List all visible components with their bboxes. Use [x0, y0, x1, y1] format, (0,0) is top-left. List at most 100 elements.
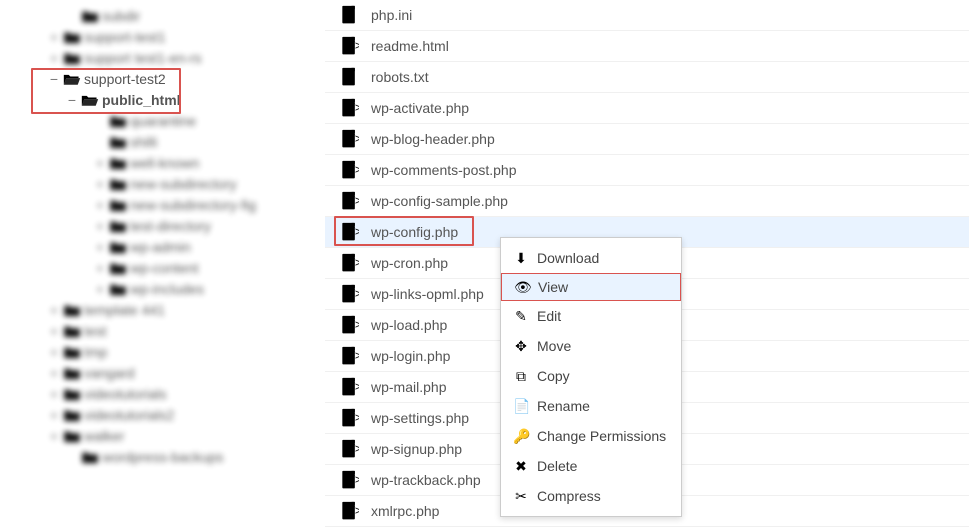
tree-item-label: tmp [84, 344, 107, 360]
tree-item-label: support test1-en-rs [84, 50, 202, 66]
file-name: wp-links-opml.php [371, 286, 484, 302]
context-menu-item[interactable]: 🔑Change Permissions [501, 421, 681, 451]
folder-closed-icon [63, 345, 81, 359]
file-name: wp-cron.php [371, 255, 448, 271]
tree-toggle[interactable]: − [48, 71, 60, 87]
folder-closed-icon [63, 387, 81, 401]
file-row[interactable]: wp-config-sample.php [325, 186, 969, 217]
tree-toggle[interactable]: + [94, 197, 106, 213]
copy-icon: ⧉ [513, 368, 529, 385]
tree-item[interactable]: +test-directory [30, 215, 325, 236]
file-name: wp-login.php [371, 348, 450, 364]
tree-item-label: shilli [130, 134, 157, 150]
file-code-icon [339, 98, 359, 118]
tree-toggle[interactable]: + [94, 260, 106, 276]
tree-toggle[interactable]: + [48, 344, 60, 360]
tree-item[interactable]: + template 441 [30, 299, 325, 320]
tree-toggle[interactable]: + [48, 29, 60, 45]
tree-toggle[interactable]: + [48, 365, 60, 381]
folder-closed-icon [109, 114, 127, 128]
file-text-icon [339, 5, 359, 25]
tree-item-label: support-test1 [84, 29, 166, 45]
folder-open-icon [63, 72, 81, 86]
tree-toggle[interactable]: + [48, 386, 60, 402]
context-menu-item[interactable]: 👁View [501, 273, 681, 301]
context-menu-label: Change Permissions [537, 428, 666, 444]
file-row[interactable]: wp-comments-post.php [325, 155, 969, 186]
tree-toggle[interactable]: + [94, 281, 106, 297]
context-menu-item[interactable]: ✥Move [501, 331, 681, 361]
tree-item-label: wp-includes [130, 281, 204, 297]
tree-toggle[interactable]: + [48, 323, 60, 339]
tree-item[interactable]: + well-known [30, 152, 325, 173]
tree-item[interactable]: shilli [30, 131, 325, 152]
delete-icon: ✖ [513, 458, 529, 475]
tree-item[interactable]: subdir [30, 5, 325, 26]
context-menu-label: Move [537, 338, 571, 354]
file-row[interactable]: wp-blog-header.php [325, 124, 969, 155]
tree-item[interactable]: −public_html [30, 89, 325, 110]
tree-toggle[interactable]: + [94, 176, 106, 192]
folder-open-icon [81, 93, 99, 107]
file-row[interactable]: robots.txt [325, 62, 969, 93]
tree-item[interactable]: +walker [30, 425, 325, 446]
tree-item[interactable]: +vangard [30, 362, 325, 383]
tree-item[interactable]: +new-subdirectory-fig [30, 194, 325, 215]
tree-item[interactable]: −support-test2 [30, 68, 325, 89]
context-menu-item[interactable]: ⬇Download [501, 243, 681, 273]
tree-toggle[interactable]: + [48, 302, 60, 318]
tree-item[interactable]: +wp-admin [30, 236, 325, 257]
context-menu-item[interactable]: ✖Delete [501, 451, 681, 481]
file-code-icon [339, 439, 359, 459]
file-code-icon [339, 501, 359, 521]
tree-toggle[interactable]: + [48, 428, 60, 444]
tree-toggle[interactable]: + [94, 218, 106, 234]
folder-closed-icon [109, 240, 127, 254]
folder-closed-icon [109, 282, 127, 296]
context-menu-item[interactable]: 📄Rename [501, 391, 681, 421]
tree-toggle[interactable]: + [48, 50, 60, 66]
context-menu-item[interactable]: ✎Edit [501, 301, 681, 331]
tree-item-label: subdir [102, 8, 140, 24]
file-row[interactable]: readme.html [325, 31, 969, 62]
file-code-icon [339, 253, 359, 273]
context-menu-label: Compress [537, 488, 601, 504]
folder-closed-icon [81, 450, 99, 464]
context-menu-item[interactable]: ⧉ Copy [501, 361, 681, 391]
tree-item[interactable]: + new-subdirectory [30, 173, 325, 194]
tree-toggle[interactable]: − [66, 92, 78, 108]
file-name: wp-load.php [371, 317, 447, 333]
tree-toggle[interactable]: + [94, 239, 106, 255]
file-row[interactable]: wp-activate.php [325, 93, 969, 124]
folder-closed-icon [109, 156, 127, 170]
tree-item[interactable]: +wp-content [30, 257, 325, 278]
tree-item[interactable]: + wp-includes [30, 278, 325, 299]
tree-toggle[interactable]: + [48, 407, 60, 423]
folder-closed-icon [63, 51, 81, 65]
tree-toggle[interactable]: + [94, 155, 106, 171]
tree-item[interactable]: + support-test1 [30, 26, 325, 47]
tree-item[interactable]: quarantine [30, 110, 325, 131]
file-name: robots.txt [371, 69, 429, 85]
file-name: wp-mail.php [371, 379, 446, 395]
file-name: wp-comments-post.php [371, 162, 517, 178]
tree-item-label: well-known [130, 155, 199, 171]
tree-item[interactable]: +videotutorials2 [30, 404, 325, 425]
tree-item[interactable]: +test [30, 320, 325, 341]
file-name: php.ini [371, 7, 412, 23]
tree-item[interactable]: +videotutorials [30, 383, 325, 404]
context-menu-label: Copy [537, 368, 570, 384]
view-icon: 👁 [514, 279, 530, 296]
tree-item[interactable]: + tmp [30, 341, 325, 362]
folder-closed-icon [63, 324, 81, 338]
tree-item[interactable]: wordpress-backups [30, 446, 325, 467]
context-menu-item[interactable]: ✂Compress [501, 481, 681, 511]
tree-item-label: new-subdirectory [130, 176, 237, 192]
context-menu-label: Rename [537, 398, 590, 414]
context-menu: ⬇Download👁View✎Edit✥Move ⧉ Copy 📄Rename🔑Cha… [500, 237, 682, 517]
file-name: wp-trackback.php [371, 472, 481, 488]
file-code-icon [339, 470, 359, 490]
file-row[interactable]: php.ini [325, 0, 969, 31]
tree-item[interactable]: + support test1-en-rs [30, 47, 325, 68]
tree-item-label: template 441 [84, 302, 165, 318]
